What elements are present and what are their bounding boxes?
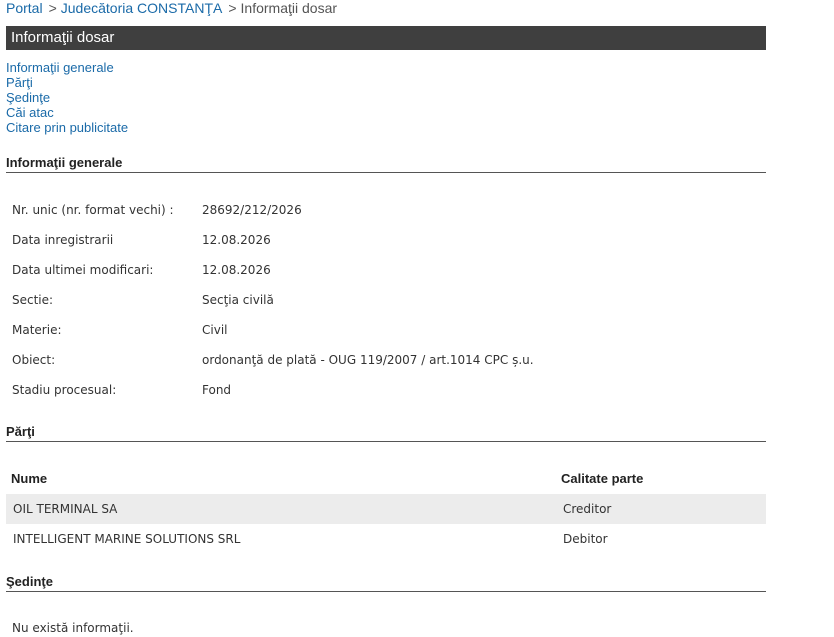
- nav-link-general-info[interactable]: Informaţii generale: [6, 60, 128, 75]
- breadcrumb-separator: >: [48, 0, 57, 16]
- nav-link-citare[interactable]: Citare prin publicitate: [6, 120, 128, 135]
- nav-link-sedinte[interactable]: Şedinţe: [6, 90, 128, 105]
- table-header-row: Nume Calitate parte: [6, 464, 766, 494]
- section-heading-sedinte: Şedinţe: [6, 574, 766, 592]
- empty-state-message: Nu există informaţii.: [12, 621, 134, 635]
- column-header-role: Calitate parte: [561, 471, 644, 486]
- table-row: OIL TERMINAL SA Creditor: [6, 494, 766, 524]
- info-value: 12.08.2026: [202, 233, 271, 247]
- nav-link-cai-atac[interactable]: Căi atac: [6, 105, 128, 120]
- party-name: INTELLIGENT MARINE SOLUTIONS SRL: [13, 532, 241, 546]
- breadcrumb-separator: >: [228, 0, 237, 16]
- info-label: Stadiu procesual:: [12, 383, 117, 397]
- info-value: Secţia civilă: [202, 293, 274, 307]
- breadcrumb-portal-link[interactable]: Portal: [6, 0, 43, 16]
- party-name: OIL TERMINAL SA: [13, 502, 118, 516]
- section-nav: Informaţii generale Părţi Şedinţe Căi at…: [6, 60, 128, 135]
- party-role: Creditor: [563, 502, 612, 516]
- info-label: Data inregistrarii: [12, 233, 114, 247]
- page-title: Informaţii dosar: [6, 26, 766, 50]
- info-value: 28692/212/2026: [202, 203, 302, 217]
- table-row: INTELLIGENT MARINE SOLUTIONS SRL Debitor: [6, 524, 766, 554]
- info-label: Data ultimei modificari:: [12, 263, 154, 277]
- breadcrumb-court-link[interactable]: Judecătoria CONSTANŢA: [61, 0, 223, 16]
- section-heading-parti: Părţi: [6, 424, 766, 442]
- breadcrumb-current: Informaţii dosar: [240, 0, 338, 16]
- info-label: Obiect:: [12, 353, 56, 367]
- parti-table: Nume Calitate parte OIL TERMINAL SA Cred…: [6, 464, 766, 554]
- info-label: Materie:: [12, 323, 62, 337]
- info-value: 12.08.2026: [202, 263, 271, 277]
- info-value: ordonanţă de plată - OUG 119/2007 / art.…: [202, 353, 534, 367]
- info-value: Civil: [202, 323, 228, 337]
- column-header-name: Nume: [11, 471, 48, 486]
- party-role: Debitor: [563, 532, 608, 546]
- section-heading-general-info: Informaţii generale: [6, 155, 766, 173]
- nav-link-parti[interactable]: Părţi: [6, 75, 128, 90]
- info-label: Nr. unic (nr. format vechi) :: [12, 203, 174, 217]
- breadcrumb: Portal > Judecătoria CONSTANŢA > Informaţii …: [6, 0, 337, 16]
- info-value: Fond: [202, 383, 232, 397]
- info-label: Sectie:: [12, 293, 54, 307]
